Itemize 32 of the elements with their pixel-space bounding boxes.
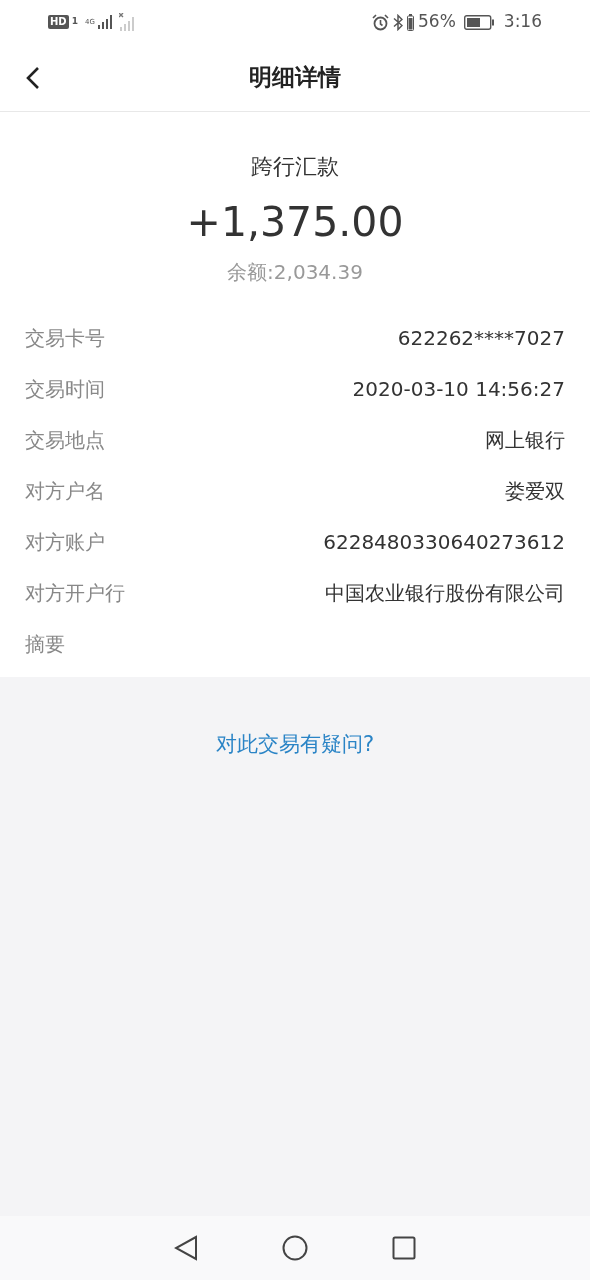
transaction-amount: +1,375.00	[186, 197, 404, 247]
detail-label: 对方账户	[25, 528, 105, 556]
detail-value: 网上银行	[485, 426, 565, 454]
weak-signal-icon	[118, 13, 135, 31]
detail-label: 对方开户行	[25, 579, 125, 607]
back-nav-icon[interactable]	[174, 1235, 198, 1261]
detail-value: 6228480330640273612	[323, 528, 565, 556]
detail-value: 中国农业银行股份有限公司	[325, 579, 565, 607]
battery-icon	[407, 13, 414, 31]
signal-icon	[97, 15, 112, 29]
bluetooth-icon	[393, 13, 403, 31]
detail-label: 交易时间	[25, 375, 105, 403]
detail-value: 2020-03-10 14:56:27	[352, 375, 565, 403]
hd-badge: HD	[48, 15, 69, 29]
detail-value: 622262****7027	[397, 324, 565, 352]
home-nav-icon[interactable]	[282, 1235, 308, 1261]
detail-label: 对方户名	[25, 477, 105, 505]
detail-label: 摘要	[25, 630, 65, 658]
balance-text: 余额:2,034.39	[227, 259, 363, 286]
alarm-icon	[372, 13, 389, 31]
page-title: 明细详情	[249, 63, 341, 93]
detail-value: 娄爱双	[505, 477, 565, 505]
battery-icon	[463, 14, 494, 30]
back-icon	[26, 66, 40, 90]
help-link[interactable]: 对此交易有疑问?	[215, 729, 375, 761]
recents-nav-icon[interactable]	[392, 1236, 416, 1260]
transaction-type: 跨行汇款	[251, 153, 339, 181]
sim-label: 1	[71, 15, 78, 29]
clock-time: 3:16	[503, 10, 542, 34]
detail-label: 交易卡号	[25, 324, 105, 352]
battery-percent: 56%	[418, 10, 456, 34]
detail-label: 交易地点	[25, 426, 105, 454]
